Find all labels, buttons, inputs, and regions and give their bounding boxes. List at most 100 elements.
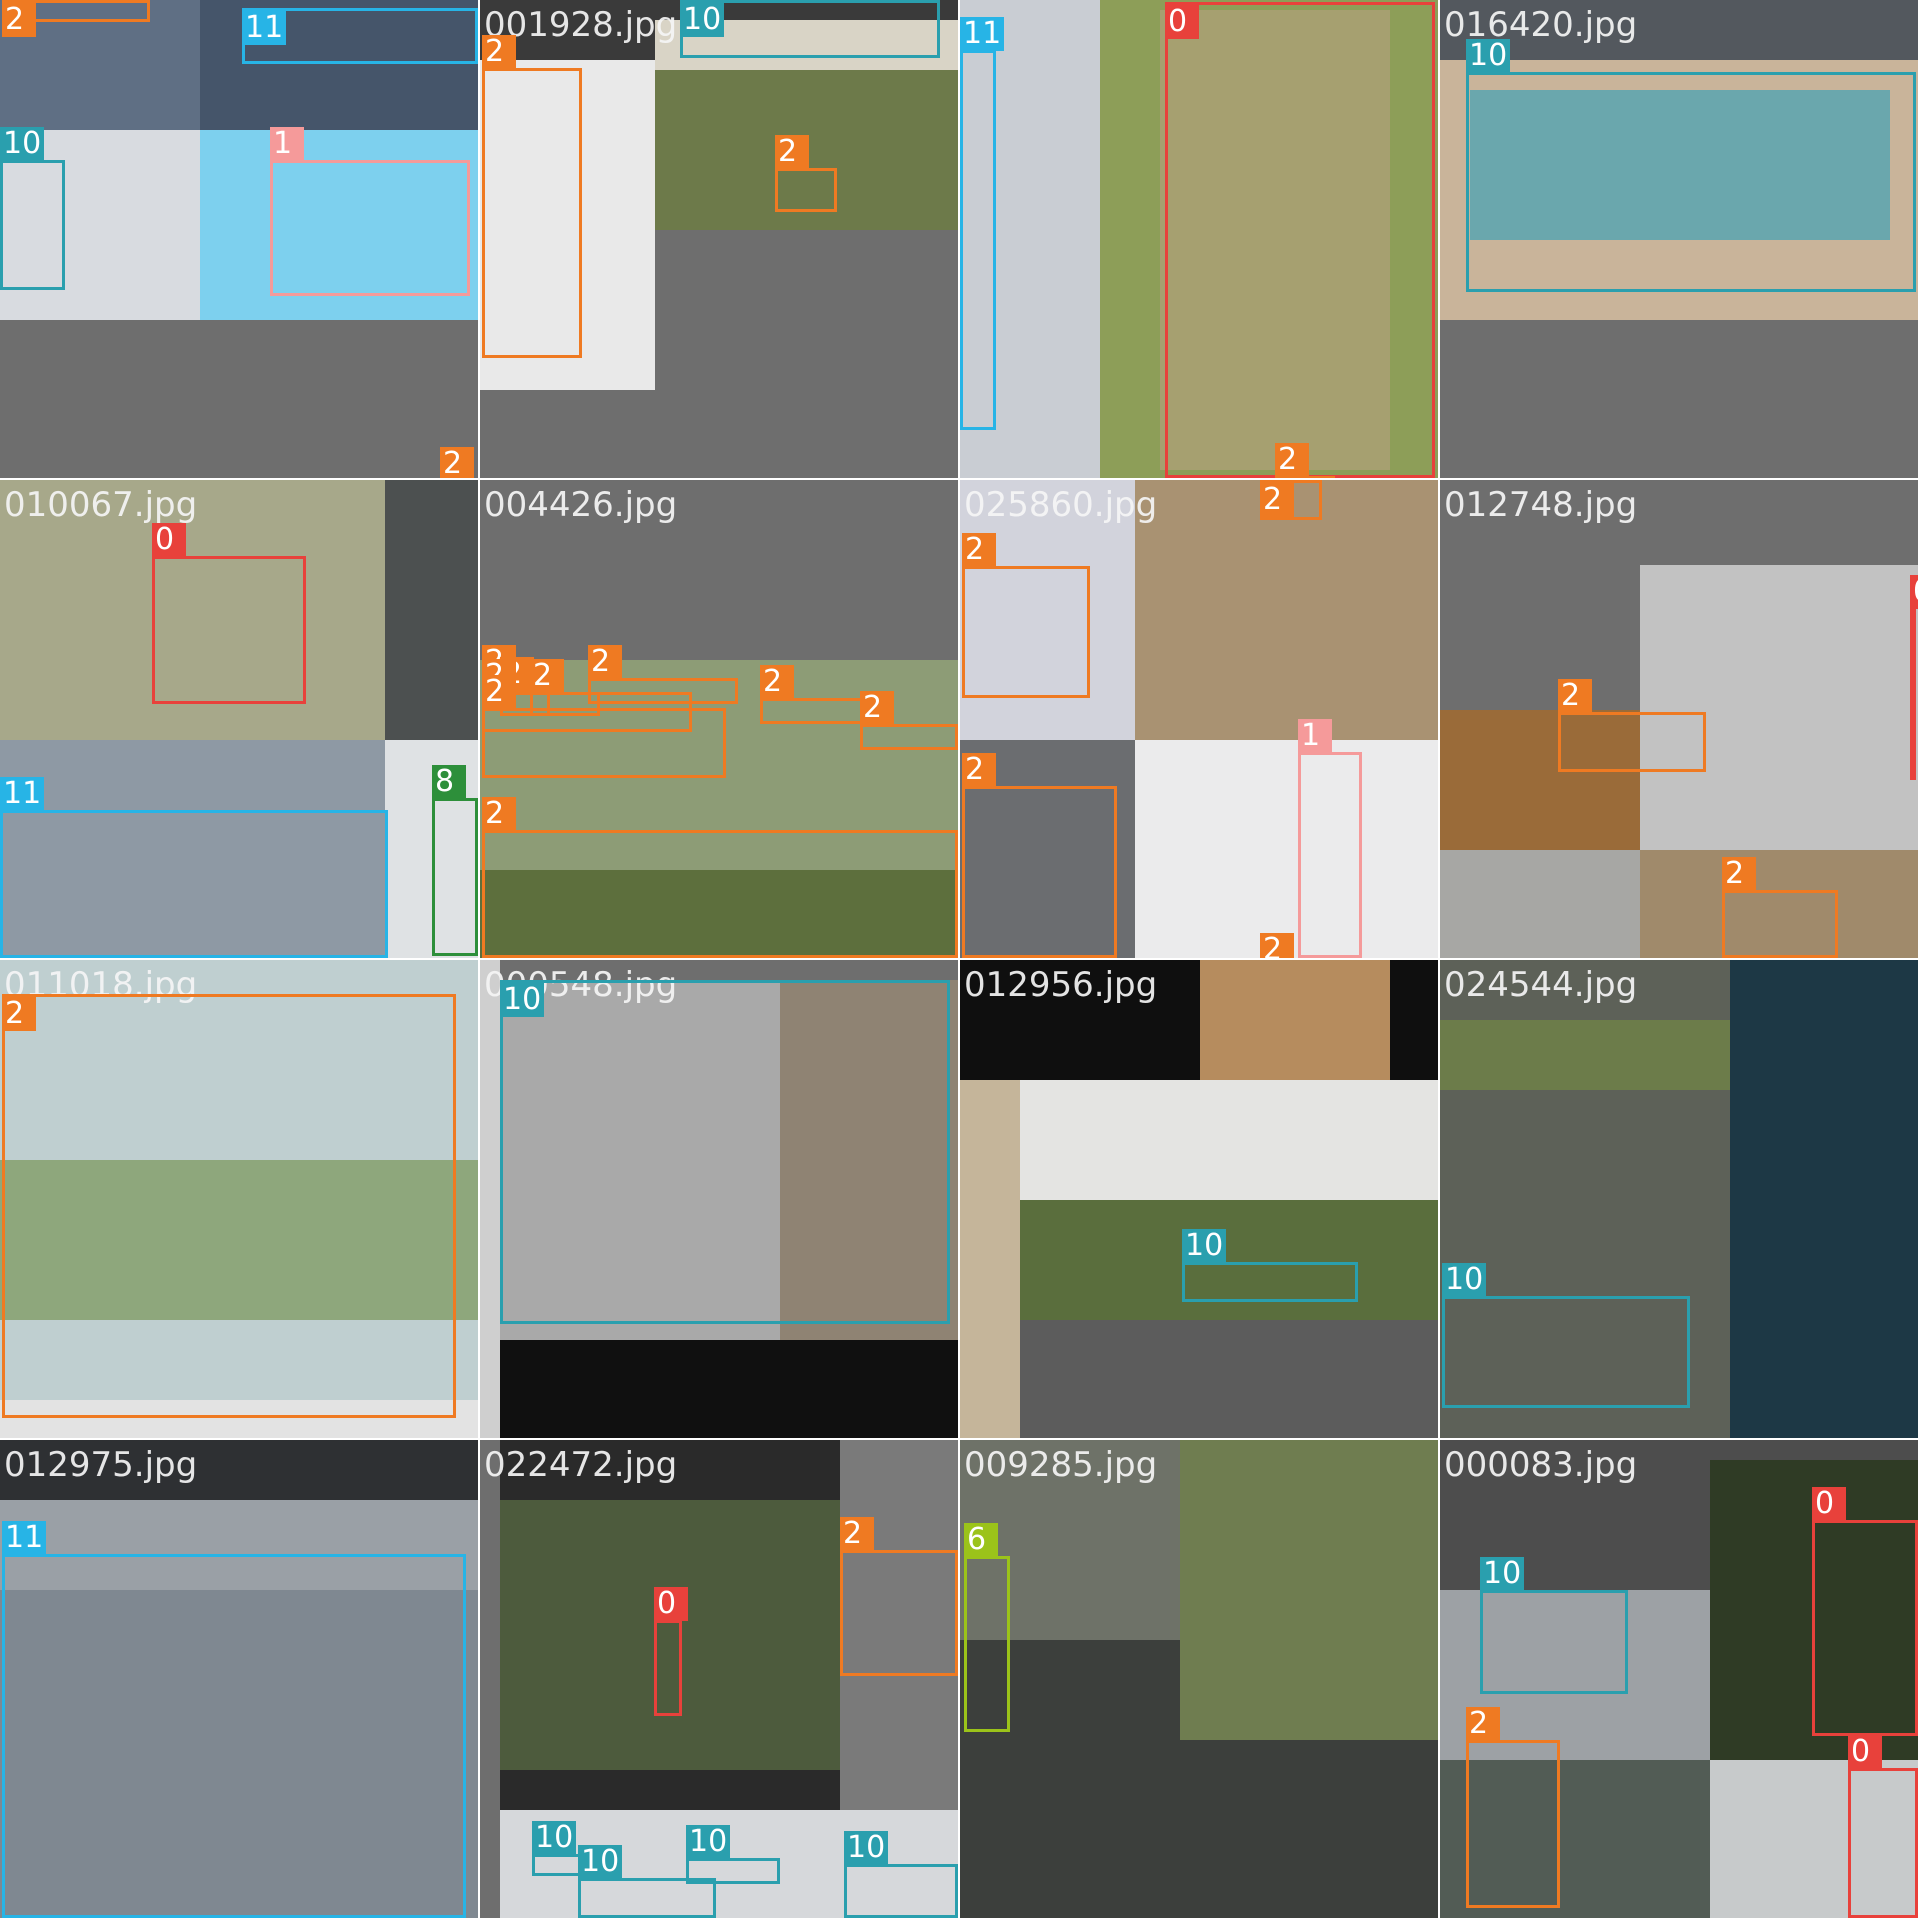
- image-region: [1440, 850, 1640, 958]
- bounding-box: 2: [482, 35, 582, 358]
- bounding-box: 0: [654, 1587, 688, 1716]
- bounding-box: 11: [242, 8, 478, 64]
- tile-filename: 009285.jpg: [964, 1445, 1158, 1485]
- class-label: 2: [2, 3, 36, 37]
- image-region: [1180, 1440, 1438, 1740]
- detection-mosaic-grid: 2 11 10 1 2 001928.jpg 10 2 2 11 0 2 016420.jpg 10 010…: [0, 0, 1920, 1920]
- class-label: 2: [1260, 933, 1294, 958]
- image-region: [1200, 960, 1390, 1080]
- bounding-box: 10: [844, 1831, 958, 1918]
- tile-filename: 012975.jpg: [4, 1445, 198, 1485]
- tile-filename: 012956.jpg: [964, 965, 1158, 1005]
- class-label: 2: [482, 675, 516, 709]
- class-label: 2: [588, 645, 622, 679]
- class-label: 0: [1910, 575, 1918, 609]
- image-region: [480, 960, 500, 1438]
- mosaic-tile: 025860.jpg 2 2 1 2 2: [960, 480, 1438, 958]
- class-label: 2: [760, 665, 794, 699]
- tile-filename: 025860.jpg: [964, 485, 1158, 525]
- class-label: 10: [680, 3, 725, 37]
- class-label: 0: [1848, 1735, 1882, 1769]
- class-label: 10: [500, 983, 545, 1017]
- bounding-box: 2: [775, 135, 837, 212]
- mosaic-tile: 000083.jpg 10 2 0 0: [1440, 1440, 1918, 1918]
- class-label: 2: [1466, 1707, 1500, 1741]
- image-region: [500, 1340, 958, 1438]
- bounding-box: 11: [0, 777, 388, 958]
- class-label: 1: [270, 127, 304, 161]
- mosaic-tile: 001928.jpg 10 2 2: [480, 0, 958, 478]
- class-label: 0: [654, 1587, 688, 1621]
- bounding-box: 2: [2, 994, 456, 1418]
- class-label: 10: [532, 1821, 577, 1855]
- bounding-box: 2: [1722, 857, 1838, 958]
- bounding-box: 2: [482, 797, 958, 958]
- tile-filename: 000083.jpg: [1444, 1445, 1638, 1485]
- image-region: [960, 1080, 1020, 1438]
- tile-filename: 010067.jpg: [4, 485, 198, 525]
- class-label: 10: [686, 1825, 731, 1859]
- class-label: 11: [0, 777, 45, 811]
- class-label: 2: [840, 1517, 874, 1551]
- class-label: 2: [1260, 483, 1294, 517]
- bounding-box: 2: [962, 533, 1090, 698]
- class-label: 10: [844, 1831, 889, 1865]
- bounding-box: 0: [152, 523, 306, 704]
- class-label: 11: [242, 11, 287, 45]
- class-label: 10: [0, 127, 45, 161]
- bounding-box: 11: [960, 17, 1005, 430]
- bounding-box: 2: [962, 753, 1117, 958]
- image-region: [1020, 1320, 1438, 1438]
- bounding-box: 2: [1466, 1707, 1560, 1908]
- class-label: 2: [440, 447, 474, 478]
- bounding-box: 1: [1298, 719, 1362, 958]
- class-label: 10: [1480, 1557, 1525, 1591]
- mosaic-tile: 11 0 2: [960, 0, 1438, 478]
- mosaic-tile: 012956.jpg 10: [960, 960, 1438, 1438]
- tile-filename: 016420.jpg: [1444, 5, 1638, 45]
- bounding-box: 10: [1182, 1229, 1358, 1302]
- class-label: 11: [960, 17, 1005, 51]
- class-label: 0: [1812, 1487, 1846, 1521]
- class-label: 10: [1442, 1263, 1487, 1297]
- class-label: 10: [578, 1845, 623, 1879]
- class-label: 10: [1182, 1229, 1227, 1263]
- class-label: 2: [2, 997, 36, 1031]
- bounding-box: 2: [1260, 480, 1322, 520]
- class-label: 10: [1466, 39, 1511, 73]
- class-label: 11: [2, 1521, 47, 1555]
- class-label: 2: [530, 659, 564, 693]
- bounding-box: 2: [1275, 443, 1335, 478]
- tile-filename: 022472.jpg: [484, 1445, 678, 1485]
- class-label: 2: [1558, 679, 1592, 713]
- mosaic-tile: 009285.jpg 6: [960, 1440, 1438, 1918]
- image-region: [1135, 740, 1438, 958]
- bounding-box: 11: [2, 1521, 466, 1918]
- class-label: 8: [432, 765, 466, 799]
- mosaic-tile: 024544.jpg 10: [1440, 960, 1918, 1438]
- class-label: 0: [152, 523, 186, 557]
- class-label: 0: [1165, 5, 1199, 39]
- bounding-box: 0: [1812, 1487, 1918, 1736]
- bounding-box: 1: [270, 127, 470, 296]
- image-region: [1020, 1080, 1438, 1200]
- class-label: 2: [1722, 857, 1756, 891]
- bounding-box: 10: [500, 980, 950, 1324]
- class-label: 1: [1298, 719, 1332, 753]
- tile-filename: 024544.jpg: [1444, 965, 1638, 1005]
- mosaic-tile: 012748.jpg 0 2 2: [1440, 480, 1918, 958]
- class-label: 2: [482, 35, 516, 69]
- bounding-box: 6: [964, 1523, 1010, 1732]
- image-region: [1020, 1200, 1438, 1320]
- bounding-box: 2: [840, 1517, 958, 1676]
- bounding-box: 0: [1910, 575, 1918, 780]
- bounding-box: 10: [1466, 39, 1916, 292]
- class-label: 6: [964, 1523, 998, 1557]
- mosaic-tile: 2 11 10 1 2: [0, 0, 478, 478]
- mosaic-tile: 010067.jpg 0 11 8: [0, 480, 478, 958]
- mosaic-tile: 022472.jpg 0 2 10 10 10 10: [480, 1440, 958, 1918]
- class-label: 2: [482, 797, 516, 831]
- class-label: 2: [775, 135, 809, 169]
- bounding-box: 0: [1165, 2, 1435, 478]
- bounding-box: 2: [760, 665, 868, 724]
